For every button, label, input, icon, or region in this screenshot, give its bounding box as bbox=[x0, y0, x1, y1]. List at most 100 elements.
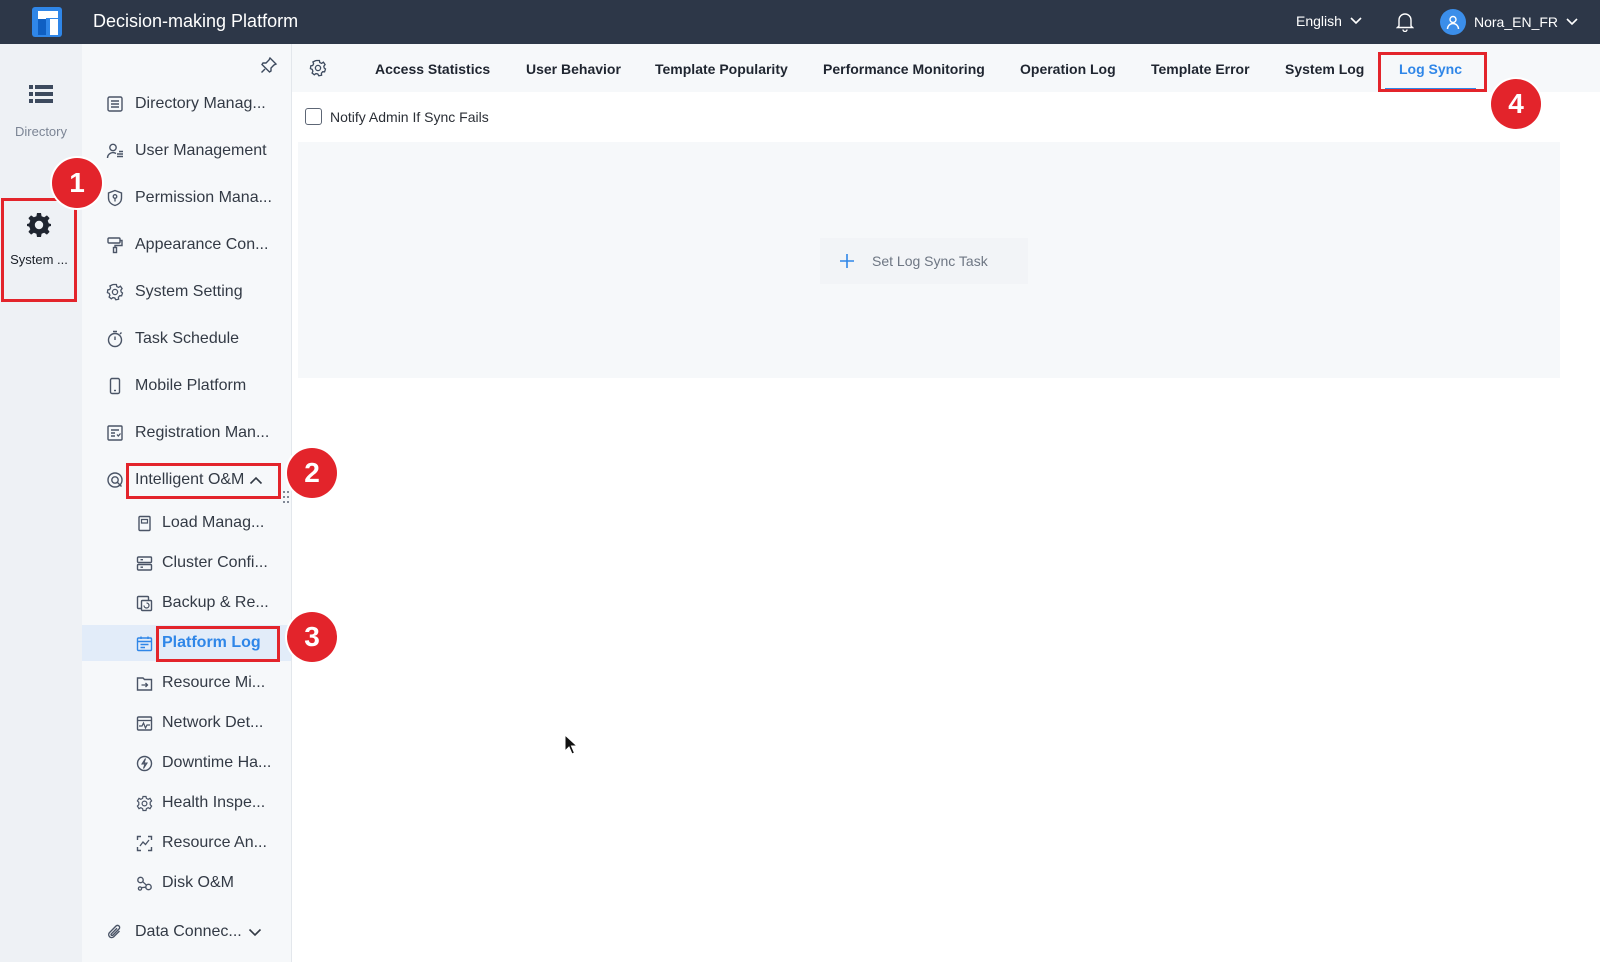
calendar-icon bbox=[136, 636, 153, 651]
sidebar-item-appearance-configuration[interactable]: Appearance Con... bbox=[82, 227, 291, 263]
directory-icon bbox=[107, 96, 123, 112]
notify-admin-checkbox[interactable] bbox=[305, 108, 322, 125]
gear-icon bbox=[106, 283, 124, 301]
top-bar: Decision-making Platform English Nora_EN… bbox=[0, 0, 1600, 44]
sidebar-subitem-label: Network Det... bbox=[162, 714, 264, 731]
tab-log-sync[interactable]: Log Sync bbox=[1384, 44, 1477, 92]
om-icon bbox=[107, 472, 123, 488]
sidebar-subitem-backup-restore[interactable]: Backup & Re... bbox=[82, 585, 291, 621]
paperclip-icon bbox=[108, 924, 121, 939]
sidebar-subitem-disk-om[interactable]: Disk O&M bbox=[82, 865, 291, 901]
cluster-icon bbox=[136, 555, 153, 571]
sidebar-subitem-label: Resource An... bbox=[162, 834, 267, 851]
tab-bar: Access Statistics User Behavior Template… bbox=[292, 44, 1600, 92]
sidebar-item-task-schedule[interactable]: Task Schedule bbox=[82, 321, 291, 357]
sidebar-subitem-label: Cluster Confi... bbox=[162, 554, 268, 571]
sidebar-item-label: Permission Mana... bbox=[135, 189, 272, 206]
chevron-down-icon bbox=[1566, 18, 1578, 26]
username: Nora_EN_FR bbox=[1474, 14, 1559, 30]
set-log-sync-task-button[interactable]: Set Log Sync Task bbox=[820, 238, 1028, 284]
annotation-badge-1: 1 bbox=[52, 158, 102, 208]
lightning-icon bbox=[136, 755, 153, 771]
sidebar-item-label: Appearance Con... bbox=[135, 236, 269, 253]
plus-icon bbox=[840, 254, 854, 268]
network-icon bbox=[136, 715, 153, 731]
tab-template-popularity[interactable]: Template Popularity bbox=[655, 44, 788, 92]
gear-icon bbox=[27, 213, 51, 237]
tab-access-statistics[interactable]: Access Statistics bbox=[375, 44, 490, 92]
user-menu[interactable]: Nora_EN_FR bbox=[1440, 9, 1578, 35]
sidebar-subitem-label: Resource Mi... bbox=[162, 674, 266, 691]
logo-icon[interactable] bbox=[30, 5, 64, 39]
language-selector[interactable]: English bbox=[1296, 13, 1362, 29]
sidebar-subitem-label: Disk O&M bbox=[162, 874, 234, 891]
chevron-down-icon bbox=[248, 928, 261, 936]
notify-admin-label: Notify Admin If Sync Fails bbox=[330, 108, 489, 125]
sidebar-item-registration-management[interactable]: Registration Man... bbox=[82, 415, 291, 451]
tab-settings-gear-icon[interactable] bbox=[309, 59, 327, 77]
language-label: English bbox=[1296, 13, 1342, 29]
sidebar-subitem-label: Backup & Re... bbox=[162, 594, 269, 611]
shield-icon bbox=[107, 189, 123, 207]
sidebar-subitem-load-management[interactable]: Load Manag... bbox=[82, 505, 291, 541]
tab-system-log[interactable]: System Log bbox=[1285, 44, 1364, 92]
user-icon bbox=[1446, 15, 1460, 30]
migrate-icon bbox=[136, 676, 153, 691]
sidebar-item-label: Intelligent O&M bbox=[135, 471, 245, 488]
mobile-icon bbox=[109, 377, 121, 395]
sidebar-subitem-resource-migration[interactable]: Resource Mi... bbox=[82, 665, 291, 701]
sidebar: Directory Manag... User Management Permi… bbox=[82, 44, 292, 962]
sidebar-item-label: Directory Manag... bbox=[135, 95, 266, 112]
sidebar-item-label: User Management bbox=[135, 142, 267, 159]
sidebar-item-system-setting[interactable]: System Setting bbox=[82, 274, 291, 310]
sidebar-subitem-platform-log[interactable]: Platform Log bbox=[82, 625, 291, 661]
notify-admin-option[interactable]: Notify Admin If Sync Fails bbox=[305, 108, 489, 125]
sidebar-subitem-network-detection[interactable]: Network Det... bbox=[82, 705, 291, 741]
analysis-icon bbox=[136, 835, 153, 851]
load-icon bbox=[138, 515, 151, 531]
sidebar-subitem-label: Platform Log bbox=[162, 634, 261, 651]
annotation-badge-2: 2 bbox=[287, 448, 337, 498]
app-title: Decision-making Platform bbox=[93, 11, 299, 31]
sidebar-subitem-label: Health Inspe... bbox=[162, 794, 266, 811]
paint-roller-icon bbox=[107, 237, 123, 254]
sidebar-subitem-downtime-handling[interactable]: Downtime Ha... bbox=[82, 745, 291, 781]
disk-icon bbox=[137, 876, 152, 891]
tab-template-error[interactable]: Template Error bbox=[1151, 44, 1250, 92]
rail-item-directory[interactable]: Directory bbox=[0, 84, 82, 139]
bell-icon[interactable] bbox=[1396, 12, 1414, 32]
rail-item-system[interactable]: System ... bbox=[0, 200, 78, 302]
user-list-icon bbox=[106, 143, 123, 159]
set-log-sync-task-label: Set Log Sync Task bbox=[872, 253, 988, 269]
pin-icon[interactable] bbox=[260, 56, 278, 74]
tab-user-behavior[interactable]: User Behavior bbox=[526, 44, 621, 92]
annotation-badge-3: 3 bbox=[287, 612, 337, 662]
resize-handle-icon[interactable] bbox=[282, 490, 290, 504]
sidebar-item-intelligent-om[interactable]: Intelligent O&M bbox=[82, 462, 291, 498]
sidebar-subitem-resource-analysis[interactable]: Resource An... bbox=[82, 825, 291, 861]
sidebar-item-permission-management[interactable]: Permission Mana... bbox=[82, 180, 291, 216]
sidebar-item-directory-management[interactable]: Directory Manag... bbox=[82, 86, 291, 122]
chevron-up-icon bbox=[250, 476, 263, 484]
tab-performance-monitoring[interactable]: Performance Monitoring bbox=[823, 44, 985, 92]
sidebar-subitem-label: Load Manag... bbox=[162, 514, 265, 531]
annotation-badge-4: 4 bbox=[1491, 79, 1541, 129]
sidebar-item-user-management[interactable]: User Management bbox=[82, 133, 291, 169]
registration-icon bbox=[107, 425, 123, 441]
sidebar-subitem-label: Downtime Ha... bbox=[162, 754, 272, 771]
sidebar-subitem-cluster-configuration[interactable]: Cluster Confi... bbox=[82, 545, 291, 581]
chevron-down-icon bbox=[1350, 17, 1362, 25]
avatar bbox=[1440, 9, 1466, 35]
tab-operation-log[interactable]: Operation Log bbox=[1020, 44, 1116, 92]
timer-icon bbox=[107, 330, 123, 348]
rail-item-label: Directory bbox=[14, 124, 67, 139]
sidebar-item-mobile-platform[interactable]: Mobile Platform bbox=[82, 368, 291, 404]
sidebar-item-label: Data Connec... bbox=[135, 923, 242, 940]
rail-item-label: System ... bbox=[10, 252, 68, 267]
sidebar-item-label: Mobile Platform bbox=[135, 377, 247, 394]
sidebar-subitem-health-inspection[interactable]: Health Inspe... bbox=[82, 785, 291, 821]
list-icon bbox=[29, 85, 53, 103]
mouse-cursor-icon bbox=[564, 734, 579, 755]
sidebar-item-data-connection[interactable]: Data Connec... bbox=[82, 914, 291, 950]
backup-icon bbox=[136, 595, 153, 611]
